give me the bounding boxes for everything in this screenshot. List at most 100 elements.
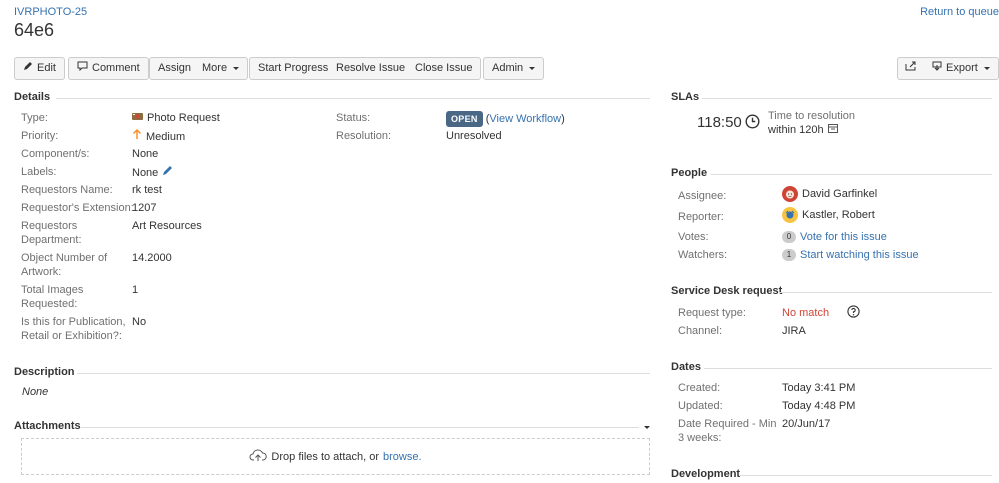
channel-value: JIRA (782, 325, 806, 337)
edit-button[interactable]: Edit (14, 57, 65, 80)
resolve-issue-button[interactable]: Resolve Issue (328, 57, 415, 80)
development-heading: Development (671, 468, 741, 480)
created-label: Created: (678, 382, 721, 394)
edit-labels-pencil-icon[interactable] (162, 165, 173, 180)
status-value: OPEN ( View Workflow ) (446, 111, 565, 127)
publication-label-line1: Is this for Publication, (21, 316, 126, 328)
reporter-value: Kastler, Robert (782, 207, 875, 223)
votes-value: 0 Vote for this issue (782, 230, 887, 244)
priority-value: Medium (132, 128, 185, 144)
status-label: Status: (336, 112, 371, 124)
more-button-label: More (202, 62, 228, 74)
publication-label-line2: Retail or Exhibition?: (21, 330, 122, 342)
updated-label: Updated: (678, 400, 723, 412)
description-heading: Description (14, 366, 75, 378)
requestors-department-value: Art Resources (132, 220, 202, 232)
resolution-value: Unresolved (446, 130, 502, 142)
status-badge: OPEN (446, 111, 483, 127)
date-required-value: 20/Jun/17 (782, 418, 831, 430)
help-question-icon[interactable] (847, 305, 860, 321)
reporter-name[interactable]: Kastler, Robert (802, 208, 875, 222)
dates-divider (704, 368, 992, 369)
chevron-down-icon (233, 67, 240, 70)
admin-dropdown-button[interactable]: Admin (483, 57, 545, 80)
people-heading: People (671, 167, 708, 179)
export-dropdown-button[interactable]: Export (924, 57, 999, 80)
attachments-options-chevron-icon[interactable] (644, 426, 650, 429)
requestors-department-label: Requestors Department: (21, 219, 82, 247)
date-required-label-line1: Date Required - Min (678, 418, 777, 430)
watchers-label: Watchers: (678, 249, 728, 261)
watchers-count-badge: 1 (782, 249, 796, 261)
object-number-label-line1: Object Number of (21, 252, 108, 264)
close-issue-button[interactable]: Close Issue (407, 57, 482, 80)
people-divider (711, 174, 992, 175)
comment-button[interactable]: Comment (68, 57, 149, 80)
share-button[interactable] (897, 57, 925, 80)
admin-button-label: Admin (492, 62, 524, 74)
service-desk-divider (779, 292, 992, 293)
return-to-queue-link[interactable]: Return to queue (920, 6, 999, 18)
priority-label: Priority: (21, 130, 59, 142)
edit-button-label: Edit (37, 62, 56, 74)
share-icon (905, 58, 917, 79)
publication-label: Is this for Publication, Retail or Exhib… (21, 315, 126, 343)
chevron-down-icon (529, 67, 536, 70)
cloud-upload-icon (249, 448, 268, 465)
vote-for-issue-link[interactable]: Vote for this issue (800, 230, 887, 244)
labels-label: Labels: (21, 166, 57, 178)
requestors-name-label: Requestors Name: (21, 184, 113, 196)
type-value-text: Photo Request (147, 112, 220, 124)
calendar-icon (827, 123, 838, 137)
requestors-extension-label: Requestor's Extension: (21, 202, 134, 214)
assign-button[interactable]: Assign (149, 57, 201, 80)
publication-value: No (132, 316, 147, 328)
issue-key-link[interactable]: IVRPHOTO-25 (14, 6, 87, 18)
votes-count-badge: 0 (782, 231, 796, 243)
comment-button-label: Comment (92, 62, 140, 74)
channel-label: Channel: (678, 325, 723, 337)
description-divider (77, 373, 650, 374)
object-number-label-line2: Artwork: (21, 266, 62, 278)
watchers-value: 1 Start watching this issue (782, 248, 919, 262)
total-images-value: 1 (132, 284, 139, 296)
request-type-value: No match (782, 307, 830, 319)
updated-value: Today 4:48 PM (782, 400, 856, 412)
pencil-icon (23, 58, 33, 79)
request-type-label: Request type: (678, 307, 746, 319)
comment-icon (77, 58, 88, 79)
date-required-label-line2: 3 weeks: (678, 432, 722, 444)
sla-time: 118:50 (697, 114, 742, 131)
view-workflow-link[interactable]: View Workflow (489, 112, 561, 126)
total-images-label: Total Images Requested: (21, 283, 83, 311)
created-value: Today 3:41 PM (782, 382, 856, 394)
requestors-department-label-line2: Department: (21, 234, 82, 246)
close-issue-label: Close Issue (415, 62, 473, 74)
object-number-label: Object Number of Artwork: (21, 251, 107, 279)
start-watching-link[interactable]: Start watching this issue (800, 248, 919, 262)
total-images-label-line2: Requested: (21, 298, 78, 310)
description-value: None (22, 386, 49, 398)
components-label: Component/s: (21, 148, 90, 160)
slas-heading: SLAs (671, 91, 700, 103)
assignee-name[interactable]: David Garfinkel (802, 187, 877, 201)
requestors-department-label-line1: Requestors (21, 220, 78, 232)
assign-button-label: Assign (158, 62, 192, 74)
labels-value-text: None (132, 166, 159, 179)
attachments-divider (81, 427, 639, 428)
more-dropdown-button[interactable]: More (194, 57, 249, 80)
photo-request-icon (132, 111, 143, 125)
start-progress-label: Start Progress (258, 62, 329, 74)
object-number-value: 14.2000 (132, 252, 172, 264)
reporter-label: Reporter: (678, 211, 724, 223)
sla-title: Time to resolution (768, 110, 856, 122)
browse-link[interactable]: browse. (383, 451, 422, 463)
development-divider (740, 475, 992, 476)
attachment-dropzone[interactable]: Drop files to attach, or browse. (21, 438, 650, 475)
export-button-label: Export (946, 62, 978, 74)
start-progress-button[interactable]: Start Progress (249, 57, 338, 80)
issue-title: 64e6 (14, 20, 55, 40)
details-divider (56, 98, 650, 99)
attachments-heading: Attachments (14, 420, 81, 432)
details-heading: Details (14, 91, 51, 103)
